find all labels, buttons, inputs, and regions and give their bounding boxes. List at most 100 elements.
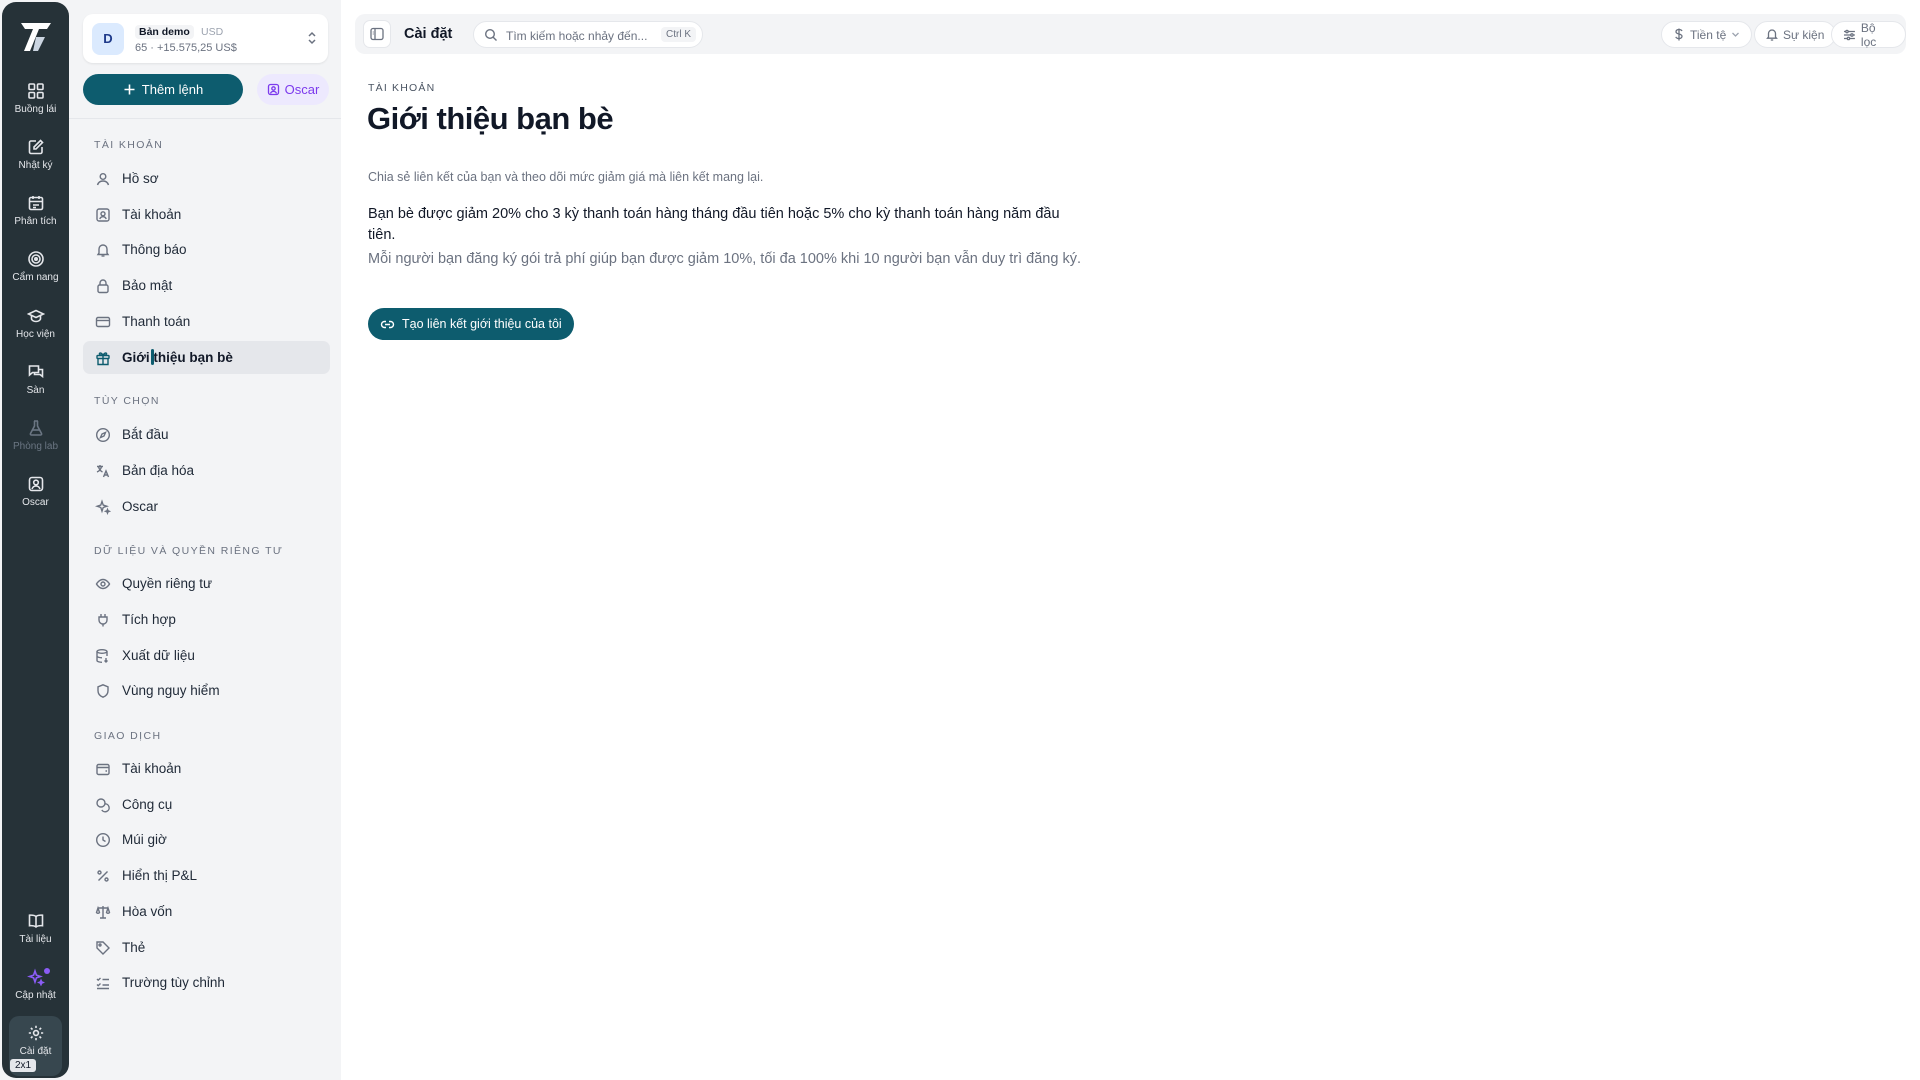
- rail-item-lab[interactable]: Phòng lab: [2, 419, 69, 469]
- graduation-cap-icon: [26, 309, 45, 323]
- search-input[interactable]: Tìm kiếm hoặc nhảy đến... Ctrl K: [473, 21, 703, 48]
- database-export-icon: [96, 648, 108, 663]
- nav-item-trading-accounts[interactable]: Tài khoản: [83, 752, 330, 785]
- sidebar-panel-icon: [370, 27, 384, 41]
- rail-item-docs[interactable]: Tài liệu: [2, 912, 69, 962]
- sidebar-toggle-button[interactable]: [363, 20, 391, 48]
- tag-icon: [96, 940, 110, 955]
- top-bar: Cài đặt Tìm kiếm hoặc nhảy đến... Ctrl K…: [355, 14, 1906, 54]
- nav-item-label: Công cụ: [122, 797, 173, 812]
- compass-icon: [95, 427, 111, 442]
- nav-item-label: Giới thiệu bạn bè: [122, 350, 233, 365]
- rail-item-playbook[interactable]: Cẩm nang: [2, 250, 69, 300]
- nav-item-tags[interactable]: Thẻ: [83, 931, 330, 964]
- section-eyebrow: Tài khoản: [368, 82, 436, 94]
- nav-item-breakeven[interactable]: Hòa vốn: [83, 895, 330, 928]
- account-switcher[interactable]: D Bản demo USD 65 · +15.575,25 US$: [83, 14, 328, 63]
- nav-item-label: Xuất dữ liệu: [122, 648, 195, 663]
- app-logo[interactable]: [18, 20, 54, 54]
- nav-item-label: Bảo mật: [122, 278, 173, 293]
- main-content: Cài đặt Tìm kiếm hoặc nhảy đến... Ctrl K…: [341, 0, 1920, 1080]
- section-title-account: Tài khoản: [94, 139, 164, 151]
- clock-icon: [95, 832, 111, 847]
- section-title-trading: Giao dịch: [94, 730, 162, 742]
- filter-sliders-icon: [1843, 29, 1855, 40]
- nav-item-label: Thanh toán: [122, 314, 191, 329]
- user-icon: [96, 172, 110, 185]
- nav-item-integrations[interactable]: Tích hợp: [83, 603, 330, 636]
- account-currency: USD: [201, 26, 224, 38]
- rail-label: Cập nhật: [15, 990, 56, 1001]
- rail-item-oscar[interactable]: Oscar: [2, 475, 69, 525]
- nav-item-label: Vùng nguy hiểm: [122, 683, 220, 698]
- create-referral-link-label: Tạo liên kết giới thiệu của tôi: [402, 317, 562, 331]
- friend-offer-text: Bạn bè được giảm 20% cho 3 kỳ thanh toán…: [368, 206, 1060, 243]
- nav-item-oscar[interactable]: Oscar: [83, 490, 330, 523]
- rail-item-floor[interactable]: Sàn: [2, 363, 69, 413]
- bell-icon: [96, 243, 110, 257]
- rail-label: Phòng lab: [12, 441, 59, 452]
- nav-item-export-data[interactable]: Xuất dữ liệu: [83, 639, 330, 672]
- gear-icon: [28, 1025, 43, 1041]
- rail-label: Cài đặt: [19, 1046, 52, 1057]
- nav-item-instruments[interactable]: Công cụ: [83, 788, 330, 821]
- nav-item-privacy[interactable]: Quyền riêng tư: [83, 567, 330, 600]
- currency-dropdown[interactable]: Tiền tệ: [1661, 21, 1753, 48]
- nav-item-localization[interactable]: Bản địa hóa: [83, 454, 330, 487]
- nav-item-security[interactable]: Bảo mật: [83, 269, 330, 302]
- scale-icon: [95, 905, 111, 919]
- chat-bubbles-icon: [28, 365, 43, 379]
- nav-item-label: Bản địa hóa: [122, 463, 195, 478]
- oscar-button[interactable]: Oscar: [257, 74, 329, 105]
- search-icon: [484, 28, 497, 41]
- events-label: Sự kiện: [1783, 27, 1825, 42]
- add-order-button[interactable]: Thêm lệnh: [83, 74, 243, 105]
- create-referral-link-button[interactable]: Tạo liên kết giới thiệu của tôi: [368, 308, 574, 340]
- rail-label: Cẩm nang: [12, 272, 59, 283]
- nav-item-danger-zone[interactable]: Vùng nguy hiểm: [83, 674, 330, 707]
- rail-item-updates[interactable]: Cập nhật: [2, 968, 69, 1018]
- rail-item-cockpit[interactable]: Buồng lái: [2, 82, 69, 132]
- events-button[interactable]: Sự kiện: [1754, 21, 1837, 48]
- divider: [69, 118, 341, 119]
- page-subtitle: Chia sẻ liên kết của bạn và theo dõi mức…: [368, 170, 764, 184]
- rail-label: Học viện: [16, 329, 55, 340]
- rail-label: Nhật ký: [18, 160, 53, 171]
- rail-label: Phân tích: [14, 216, 57, 227]
- sparkle-icon: [95, 498, 111, 515]
- chevron-down-icon: [1732, 32, 1740, 37]
- nav-item-label: Thông báo: [122, 242, 187, 257]
- dashboard-grid-icon: [27, 83, 44, 99]
- nav-item-notifications[interactable]: Thông báo: [83, 233, 330, 266]
- link-icon: [380, 320, 395, 328]
- nav-item-account[interactable]: Tài khoản: [83, 198, 330, 231]
- nav-item-profile[interactable]: Hồ sơ: [83, 162, 330, 195]
- nav-item-custom-fields[interactable]: Trường tùy chỉnh: [83, 966, 330, 999]
- rail-item-journal[interactable]: Nhật ký: [2, 138, 69, 188]
- currency-label: Tiền tệ: [1690, 27, 1727, 42]
- nav-item-referral[interactable]: Giới thiệu bạn bè: [83, 341, 330, 374]
- section-title-preferences: Tùy chọn: [94, 395, 160, 407]
- checklist-icon: [96, 976, 109, 989]
- id-card-icon: [96, 207, 110, 222]
- nav-item-label: Thẻ: [122, 940, 146, 955]
- account-balance: 65 · +15.575,25 US$: [135, 42, 237, 54]
- nav-item-timezone[interactable]: Múi giờ: [83, 823, 330, 856]
- rail-item-academy[interactable]: Học viện: [2, 307, 69, 357]
- filter-button[interactable]: Bộ lọc: [1831, 21, 1906, 49]
- shield-icon: [97, 683, 109, 698]
- target-playbook-icon: [27, 251, 44, 267]
- nav-item-getting-started[interactable]: Bắt đầu: [83, 418, 330, 451]
- nav-item-pnl-display[interactable]: Hiển thị P&L: [83, 859, 330, 892]
- bell-icon: [1766, 29, 1778, 41]
- gift-icon: [96, 351, 110, 365]
- active-indicator: [151, 349, 154, 365]
- nav-item-billing[interactable]: Thanh toán: [83, 305, 330, 338]
- rail-item-analytics[interactable]: Phân tích: [2, 194, 69, 244]
- update-notification-dot: [44, 968, 50, 974]
- shortcut-badge: 2x1: [10, 1059, 37, 1072]
- plus-icon: [124, 84, 135, 95]
- search-shortcut: Ctrl K: [661, 27, 696, 42]
- nav-item-label: Tài khoản: [122, 207, 182, 222]
- coins-icon: [96, 797, 110, 812]
